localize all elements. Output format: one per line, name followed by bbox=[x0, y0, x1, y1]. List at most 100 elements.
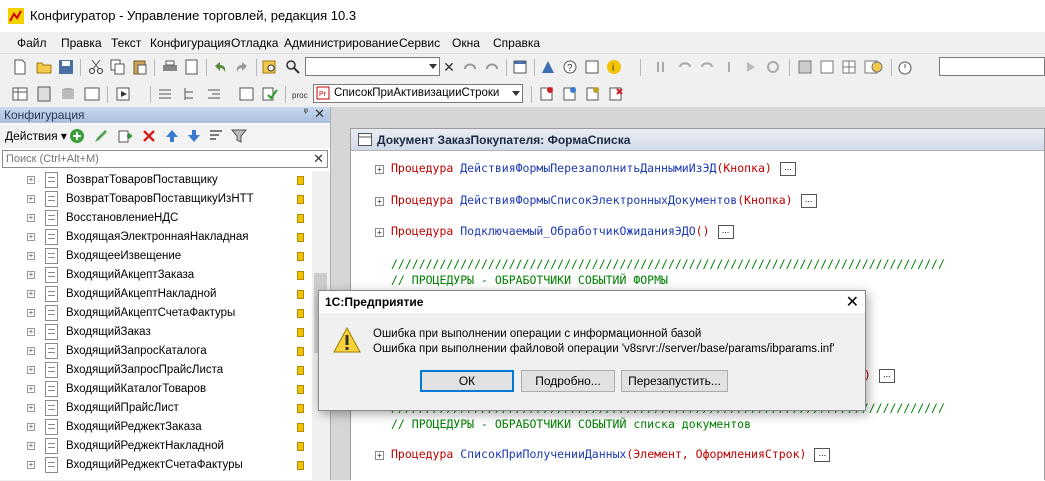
module-icon[interactable] bbox=[239, 86, 255, 102]
collapsed-block-button[interactable]: ... bbox=[717, 224, 734, 239]
copy-item-icon[interactable] bbox=[117, 128, 133, 144]
form-grid-icon[interactable] bbox=[841, 59, 857, 75]
config-search-field[interactable]: ✕ bbox=[2, 150, 328, 168]
procedures-list-icon[interactable]: proc bbox=[292, 86, 308, 102]
menu-text[interactable]: Текст bbox=[111, 36, 141, 50]
tree-item[interactable]: + ВходящийЗапросПрайсЛиста bbox=[0, 361, 312, 380]
collapsed-block-button[interactable]: ... bbox=[878, 368, 895, 383]
pin-icon[interactable]: ᵠ bbox=[304, 107, 308, 118]
run-icon[interactable] bbox=[116, 86, 132, 102]
syntax-assistant-icon[interactable] bbox=[540, 59, 556, 75]
open-folder-icon[interactable] bbox=[36, 59, 52, 75]
expand-icon[interactable]: + bbox=[27, 271, 35, 279]
print-icon[interactable] bbox=[162, 59, 178, 75]
form-page-icon[interactable] bbox=[819, 59, 835, 75]
close-panel-icon[interactable]: ✕ bbox=[314, 106, 325, 122]
tree-item[interactable]: + ВходящийАкцептЗаказа bbox=[0, 266, 312, 285]
indent-icon[interactable] bbox=[206, 86, 222, 102]
edit-icon[interactable] bbox=[93, 128, 109, 144]
database-icon[interactable] bbox=[60, 86, 76, 102]
filter-icon[interactable] bbox=[231, 128, 247, 144]
actions-menu-button[interactable]: Действия ▾ bbox=[5, 129, 67, 143]
expand-icon[interactable]: + bbox=[27, 423, 35, 431]
tree-item[interactable]: + ВходящийАкцептНакладной bbox=[0, 285, 312, 304]
expand-icon[interactable]: + bbox=[27, 385, 35, 393]
check-syntax-icon[interactable] bbox=[262, 86, 278, 102]
ok-button[interactable]: ОК bbox=[420, 370, 514, 392]
expand-icon[interactable]: + bbox=[27, 461, 35, 469]
calc-icon[interactable] bbox=[36, 86, 52, 102]
new-document-icon[interactable] bbox=[12, 59, 28, 75]
redo-icon[interactable] bbox=[234, 59, 250, 75]
grid-icon[interactable] bbox=[84, 86, 100, 102]
info-icon[interactable]: i bbox=[606, 59, 622, 75]
windows-list-icon[interactable] bbox=[512, 59, 528, 75]
delete-icon[interactable] bbox=[141, 128, 157, 144]
expand-icon[interactable]: + bbox=[27, 366, 35, 374]
cut-icon[interactable] bbox=[88, 59, 104, 75]
debug-run-to-cursor-icon[interactable] bbox=[743, 59, 759, 75]
menu-file[interactable]: Файл bbox=[17, 36, 47, 50]
tree-item[interactable]: + ВходящийЗапросКаталога bbox=[0, 342, 312, 361]
table-icon[interactable] bbox=[12, 86, 28, 102]
procedure-combo[interactable]: Pr СписокПриАктивизацииСтроки bbox=[313, 84, 523, 103]
find-previous-icon[interactable] bbox=[462, 59, 478, 75]
expand-icon[interactable]: + bbox=[27, 252, 35, 260]
debug-step-out-icon[interactable] bbox=[721, 59, 737, 75]
help-query-icon[interactable]: ? bbox=[562, 59, 578, 75]
debug-step-icon[interactable] bbox=[655, 59, 671, 75]
expand-icon[interactable]: + bbox=[27, 195, 35, 203]
search-icon[interactable] bbox=[285, 59, 301, 75]
find-in-config-icon[interactable] bbox=[262, 59, 278, 75]
form-settings-icon[interactable] bbox=[869, 59, 885, 75]
menu-edit[interactable]: Правка bbox=[61, 36, 102, 50]
collapsed-block-button[interactable]: ... bbox=[814, 447, 831, 462]
add-icon[interactable] bbox=[69, 128, 85, 144]
collapsed-block-button[interactable]: ... bbox=[800, 193, 817, 208]
move-up-icon[interactable] bbox=[164, 128, 180, 144]
next-bookmark-icon[interactable] bbox=[562, 86, 578, 102]
clear-bookmarks-icon[interactable] bbox=[608, 86, 624, 102]
list-icon[interactable] bbox=[157, 86, 173, 102]
expand-icon[interactable]: + bbox=[27, 309, 35, 317]
expand-icon[interactable]: + bbox=[27, 442, 35, 450]
close-icon[interactable]: ✕ bbox=[846, 292, 859, 312]
config-search-input[interactable] bbox=[3, 151, 309, 167]
move-down-icon[interactable] bbox=[186, 128, 202, 144]
find-next-icon[interactable] bbox=[484, 59, 500, 75]
debug-step-over-icon[interactable] bbox=[699, 59, 715, 75]
tree-item[interactable]: + ВозвратТоваровПоставщикуИзНТТ bbox=[0, 190, 312, 209]
undo-icon[interactable] bbox=[212, 59, 228, 75]
menu-administration[interactable]: Администрирование bbox=[284, 36, 398, 50]
tree-item[interactable]: + ВходящийРеджектЗаказа bbox=[0, 418, 312, 437]
timer-icon[interactable] bbox=[897, 59, 913, 75]
menu-configuration[interactable]: Конфигурация bbox=[150, 36, 231, 50]
copy-icon[interactable] bbox=[110, 59, 126, 75]
menu-debug[interactable]: Отладка bbox=[231, 36, 278, 50]
tree-item[interactable]: + ВходящийЗаказ bbox=[0, 323, 312, 342]
tree-item[interactable]: + ВходящийПрайсЛист bbox=[0, 399, 312, 418]
restart-button[interactable]: Перезапустить... bbox=[621, 370, 728, 392]
tree-item[interactable]: + ВосстановлениеНДС bbox=[0, 209, 312, 228]
tree-item[interactable]: + ВходящееИзвещение bbox=[0, 247, 312, 266]
tree-icon[interactable] bbox=[182, 86, 198, 102]
expand-block-icon[interactable]: + bbox=[375, 228, 384, 237]
tree-item[interactable]: + ВходящийКаталогТоваров bbox=[0, 380, 312, 399]
expand-icon[interactable]: + bbox=[27, 214, 35, 222]
expand-icon[interactable]: + bbox=[27, 290, 35, 298]
expand-block-icon[interactable]: + bbox=[375, 197, 384, 206]
collapsed-block-button[interactable]: ... bbox=[779, 161, 796, 176]
tree-item[interactable]: + ВходящаяЭлектроннаяНакладная bbox=[0, 228, 312, 247]
expand-block-icon[interactable]: + bbox=[375, 165, 384, 174]
tree-item[interactable]: + ВходящийРеджектСчетаФактуры bbox=[0, 456, 312, 475]
sort-icon[interactable] bbox=[208, 128, 224, 144]
description-icon[interactable] bbox=[584, 59, 600, 75]
menu-service[interactable]: Сервис bbox=[399, 36, 440, 50]
preview-icon[interactable] bbox=[184, 59, 200, 75]
clear-search-icon[interactable]: ✕ bbox=[441, 59, 457, 75]
prev-bookmark-icon[interactable] bbox=[585, 86, 601, 102]
bookmark-icon[interactable] bbox=[539, 86, 555, 102]
search-combo[interactable] bbox=[305, 57, 440, 76]
debug-breakpoint-icon[interactable] bbox=[765, 59, 781, 75]
tree-item[interactable]: + ВходящийРеджектНакладной bbox=[0, 437, 312, 456]
